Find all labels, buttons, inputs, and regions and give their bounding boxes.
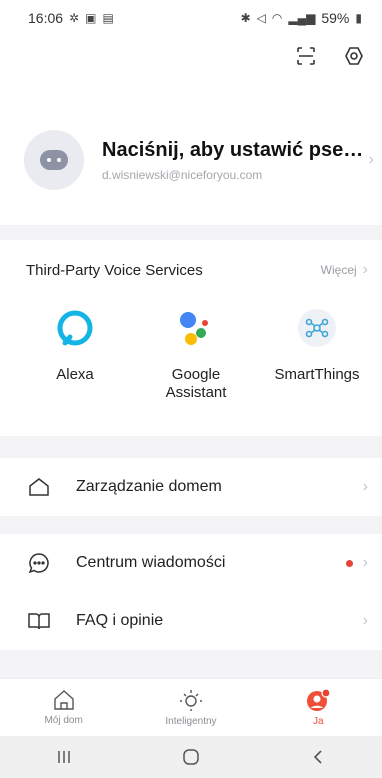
services-list: Alexa Google Assistant SmartThings	[0, 306, 382, 402]
profile-row[interactable]: Naciśnij, aby ustawić pse… d.wisniewski@…	[24, 128, 374, 192]
mute-icon: ◁	[256, 11, 266, 25]
status-right: ✱ ◁ ◠ ▂▄▆ 59% ▮	[241, 10, 362, 26]
smartthings-icon	[295, 306, 339, 350]
service-smartthings[interactable]: SmartThings	[262, 306, 372, 402]
tab-label: Inteligentny	[165, 716, 217, 727]
tab-my-home[interactable]: Mój dom	[9, 679, 119, 736]
service-label: Google Assistant	[165, 366, 227, 401]
profile-email: d.wisniewski@niceforyou.com	[102, 167, 263, 182]
system-nav-bar	[0, 736, 382, 778]
service-label: Alexa	[56, 366, 94, 383]
chevron-right-icon: ›	[362, 612, 368, 629]
top-actions	[294, 44, 366, 68]
home-button-icon[interactable]	[161, 748, 221, 766]
chat-bubble-icon	[26, 550, 52, 576]
chevron-right-icon: ›	[362, 478, 368, 495]
scan-icon[interactable]	[294, 44, 318, 68]
bluetooth-icon: ✱	[240, 11, 251, 25]
menu-message-center[interactable]: Centrum wiadomości ›	[0, 534, 382, 592]
alexa-icon	[53, 306, 97, 350]
user-icon	[307, 688, 331, 711]
tab-label: Ja	[313, 716, 324, 727]
menu-messages-label: Centrum wiadomości	[76, 554, 226, 571]
home-tab-icon	[53, 690, 74, 710]
gallery-icon: ▣	[85, 11, 97, 25]
fan-icon: ✲	[69, 11, 80, 25]
status-time: 16:06	[28, 10, 64, 26]
book-icon	[26, 608, 52, 634]
chevron-right-icon: ›	[362, 554, 368, 571]
voice-services-header: Third-Party Voice Services Więcej ›	[0, 240, 382, 300]
battery-text: 59%	[321, 10, 350, 26]
more-link[interactable]: Więcej ›	[321, 261, 368, 279]
status-left: 16:06 ✲ ▣ ▤	[28, 10, 114, 26]
wifi-icon: ◠	[271, 11, 283, 25]
recents-icon[interactable]	[34, 750, 94, 764]
chevron-right-icon: ›	[368, 151, 374, 168]
status-bar: 16:06 ✲ ▣ ▤ ✱ ◁ ◠ ▂▄▆ 59% ▮	[0, 0, 382, 36]
battery-icon: ▮	[355, 11, 362, 25]
menu-faq-label: FAQ i opinie	[76, 612, 164, 629]
menu-home-management[interactable]: Zarządzanie domem ›	[0, 458, 382, 516]
service-label: SmartThings	[274, 366, 360, 383]
google-assistant-icon	[174, 306, 218, 350]
menu-faq[interactable]: FAQ i opinie ›	[0, 592, 382, 650]
sun-icon	[179, 690, 202, 711]
notification-icon: ▤	[102, 11, 114, 25]
settings-icon[interactable]	[342, 44, 366, 68]
menu-home-label: Zarządzanie domem	[76, 478, 222, 495]
service-google-assistant[interactable]: Google Assistant	[141, 306, 251, 402]
voice-services-title: Third-Party Voice Services	[26, 261, 203, 279]
signal-icon: ▂▄▆	[288, 11, 316, 25]
profile-text: Naciśnij, aby ustawić pse… d.wisniewski@…	[102, 139, 369, 182]
bottom-tab-bar: Mój dom Inteligentny Ja	[0, 678, 382, 736]
house-icon	[26, 474, 52, 500]
chevron-right-icon: ›	[362, 261, 368, 278]
service-alexa[interactable]: Alexa	[20, 306, 130, 402]
more-label: Więcej	[320, 263, 357, 277]
tab-me[interactable]: Ja	[263, 679, 373, 736]
tab-label: Mój dom	[44, 715, 83, 726]
back-icon[interactable]	[288, 749, 348, 765]
profile-name: Naciśnij, aby ustawić pse…	[102, 138, 364, 161]
unread-badge	[345, 559, 353, 567]
avatar[interactable]	[24, 130, 84, 190]
tab-smart[interactable]: Inteligentny	[136, 679, 246, 736]
voice-services-card: Third-Party Voice Services Więcej › Alex…	[0, 240, 382, 436]
